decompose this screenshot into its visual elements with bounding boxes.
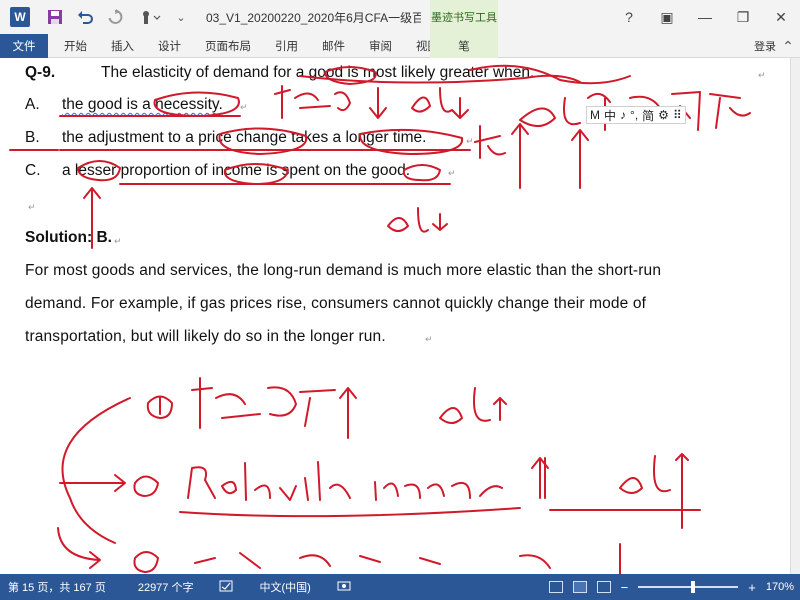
ink-bracket <box>61 397 131 544</box>
page-count[interactable]: 第 15 页，共 167 页 <box>0 579 114 595</box>
ink-scribble-necessity <box>274 85 351 119</box>
ime-punctuation-icon[interactable]: °, <box>630 108 638 122</box>
svg-text:↵: ↵ <box>448 169 456 179</box>
tab-file[interactable]: 文件 <box>0 33 48 58</box>
customize-qat-icon[interactable]: ⌄ <box>170 2 192 32</box>
tab-review[interactable]: 审阅 <box>357 34 404 58</box>
redo-icon[interactable] <box>100 2 130 32</box>
undo-icon[interactable] <box>70 2 100 32</box>
gear-icon[interactable]: ⚙ <box>658 108 669 122</box>
solution-line-3: transportation, but will likely do so in… <box>25 328 386 345</box>
ink-chinese-substitute-2 <box>191 377 336 429</box>
vertical-scrollbar[interactable] <box>790 58 800 574</box>
restore-button[interactable]: ❐ <box>724 0 762 34</box>
tab-pen[interactable]: 笔 <box>430 33 498 58</box>
ribbon-display-options-button[interactable]: ▣ <box>648 0 686 34</box>
ink-ed-down-2 <box>387 207 448 233</box>
ime-moon-icon[interactable]: ♪ <box>620 108 626 122</box>
solution-line-2: demand. For example, if gas prices rise,… <box>25 295 647 312</box>
tab-references[interactable]: 引用 <box>263 34 310 58</box>
option-c-text: a lesser proportion of income is spent o… <box>62 162 411 179</box>
document-title: 03_V1_20200220_2020年6月CFA一级百题预... <box>206 10 421 25</box>
solution-label: Solution: B. <box>25 229 112 246</box>
document-page[interactable]: Q-9. The elasticity of demand for a good… <box>0 58 800 574</box>
question-stem: The elasticity of demand for a good is m… <box>101 64 535 81</box>
ink-tools-group-label: 墨迹书写工具 <box>430 0 498 34</box>
title-bar: W ⌄ 03_V1_20200220_2020年6月CFA一级百题预... 墨迹… <box>0 0 800 34</box>
ink-arrow-2 <box>59 474 126 492</box>
print-layout-icon[interactable] <box>572 581 587 593</box>
zoom-slider[interactable] <box>638 581 739 593</box>
tab-layout[interactable]: 页面布局 <box>193 34 263 58</box>
save-icon[interactable] <box>40 2 70 32</box>
svg-text:↵: ↵ <box>425 335 433 345</box>
minimize-button[interactable]: — <box>686 0 724 34</box>
tab-insert[interactable]: 插入 <box>99 34 146 58</box>
zoom-level[interactable]: 170% <box>766 581 794 593</box>
ime-mode-icon[interactable]: M <box>590 108 600 122</box>
ink-arrow-up-big <box>511 123 529 189</box>
ink-circle-2 <box>133 475 159 497</box>
svg-text:↵: ↵ <box>758 71 766 81</box>
tab-design[interactable]: 设计 <box>146 34 193 58</box>
macro-icon[interactable] <box>329 580 359 595</box>
option-b-letter: B. <box>25 129 40 146</box>
chevron-up-icon[interactable]: ⌃ <box>778 36 798 56</box>
status-bar: 第 15 页，共 167 页 22977 个字 中文(中国) − + 170% <box>0 574 800 600</box>
svg-text:↵: ↵ <box>466 137 474 147</box>
word-window: W ⌄ 03_V1_20200220_2020年6月CFA一级百题预... 墨迹… <box>0 0 800 600</box>
ime-more-icon[interactable]: ⠿ <box>673 108 682 122</box>
ink-arrow-up-1 <box>339 387 357 439</box>
ink-underline-relative-income <box>179 507 521 518</box>
ink-ed-big <box>519 97 581 127</box>
language-indicator[interactable]: 中文(中国) <box>251 579 318 595</box>
ime-toolbar[interactable]: M 中 ♪ °, 简 ⚙ ⠿ <box>586 106 686 124</box>
tab-mailings[interactable]: 邮件 <box>310 34 357 58</box>
word-app-icon[interactable]: W <box>10 7 30 27</box>
solution-line-1: For most goods and services, the long-ru… <box>25 262 662 279</box>
option-c-letter: C. <box>25 162 41 179</box>
ribbon-tabs: 文件 开始 插入 设计 页面布局 引用 邮件 审阅 视图 笔 登录 ⌃ <box>0 33 800 58</box>
zoom-slider-thumb[interactable] <box>691 581 696 593</box>
window-controls: ? ▣ — ❐ ✕ <box>610 0 800 34</box>
ink-arrow-3 <box>57 527 101 569</box>
tab-home[interactable]: 开始 <box>52 34 99 58</box>
status-bar-right: − + 170% <box>548 574 794 600</box>
ink-ed-up-1 <box>439 387 507 424</box>
zoom-in-button[interactable]: + <box>748 580 756 595</box>
word-count[interactable]: 22977 个字 <box>130 579 202 595</box>
help-button[interactable]: ? <box>610 0 648 34</box>
ink-arrow-up-mid <box>571 129 589 189</box>
option-a-text: the good is a necessity. <box>62 96 223 113</box>
ink-relative-income <box>187 461 503 501</box>
touch-mode-icon[interactable] <box>130 2 170 32</box>
web-layout-icon[interactable] <box>596 581 611 593</box>
option-a-letter: A. <box>25 96 40 113</box>
close-button[interactable]: ✕ <box>762 0 800 34</box>
ink-arrow-down-1 <box>369 87 387 119</box>
zoom-out-button[interactable]: − <box>621 580 629 595</box>
ink-ed-down-1 <box>411 87 469 119</box>
ink-chinese-long <box>474 125 506 159</box>
proofing-icon[interactable] <box>211 580 241 595</box>
quick-access-toolbar: W ⌄ <box>0 0 192 34</box>
question-id: Q-9. <box>25 64 56 81</box>
ink-circle-3 <box>133 551 159 573</box>
read-mode-icon[interactable] <box>548 581 563 593</box>
sign-in-link[interactable]: 登录 <box>754 38 776 54</box>
ime-simplified-toggle[interactable]: 简 <box>642 107 654 124</box>
ink-bottom-scribbles <box>194 543 621 574</box>
svg-text:↵: ↵ <box>240 103 248 113</box>
ime-chinese-toggle[interactable]: 中 <box>604 107 616 124</box>
option-b-text: the adjustment to a price change takes a… <box>62 129 427 146</box>
ink-arrow-up-2 <box>531 457 549 499</box>
ink-ed-up-2 <box>619 453 689 529</box>
ink-circle-1 <box>146 395 173 419</box>
svg-text:↵: ↵ <box>114 237 122 247</box>
svg-text:↵: ↵ <box>28 203 36 213</box>
